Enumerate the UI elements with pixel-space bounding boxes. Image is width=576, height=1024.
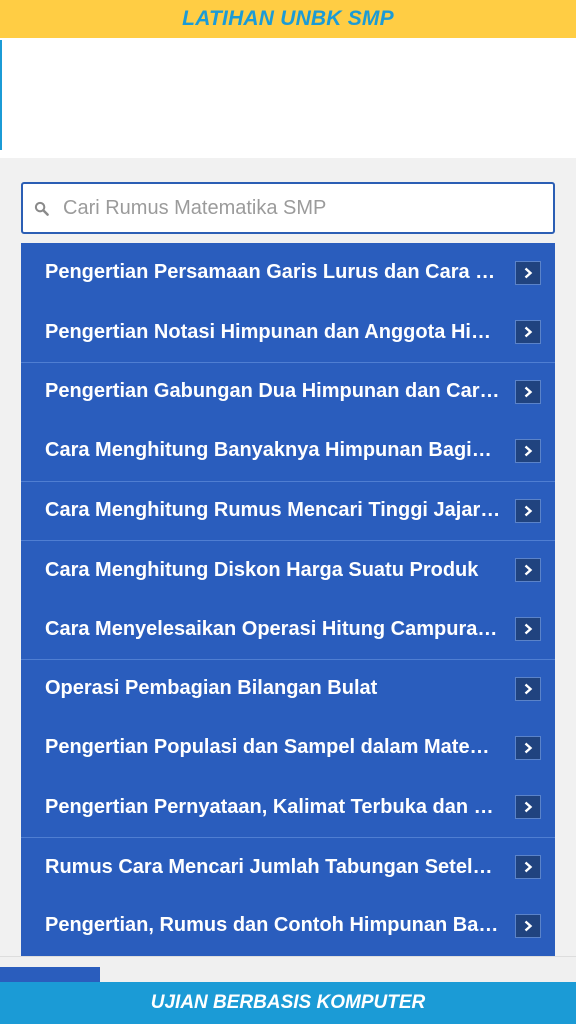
ad-edge-line: [0, 40, 2, 150]
list-item[interactable]: Cara Menghitung Rumus Mencari Tinggi Jaj…: [21, 480, 555, 540]
list-item-label: Operasi Pembagian Bilangan Bulat: [45, 677, 378, 700]
chevron-right-icon[interactable]: [515, 260, 541, 285]
chevron-right-icon[interactable]: [515, 558, 541, 583]
chevron-right-icon[interactable]: [515, 498, 541, 523]
chevron-right-icon[interactable]: [515, 855, 541, 880]
chevron-right-icon[interactable]: [515, 320, 541, 345]
list-item-label: Cara Menghitung Diskon Harga Suatu Produ…: [45, 558, 479, 581]
article-list: Pengertian Persamaan Garis Lurus dan Car…: [21, 243, 555, 956]
list-item-label: Pengertian Persamaan Garis Lurus dan Car…: [45, 261, 496, 284]
list-item-label: Cara Menghitung Banyaknya Himpunan Bagi…: [45, 439, 492, 462]
chevron-right-icon[interactable]: [515, 676, 541, 701]
list-item-label: Cara Menyelesaikan Operasi Hitung Campur…: [45, 617, 498, 640]
chevron-right-icon[interactable]: [515, 913, 541, 938]
chevron-right-icon[interactable]: [515, 379, 541, 404]
list-item-label: Pengertian Pernyataan, Kalimat Terbuka d…: [45, 795, 494, 818]
app-header: LATIHAN UNBK SMP: [0, 0, 576, 38]
app-title: LATIHAN UNBK SMP: [182, 7, 394, 30]
list-item[interactable]: Cara Menghitung Banyaknya Himpunan Bagi…: [21, 421, 555, 480]
chevron-right-icon[interactable]: [515, 617, 541, 642]
search-icon: [33, 200, 49, 216]
list-item[interactable]: Pengertian Notasi Himpunan dan Anggota H…: [21, 302, 555, 361]
list-item-label: Rumus Cara Mencari Jumlah Tabungan Setel…: [45, 855, 501, 878]
search-input[interactable]: [63, 196, 523, 220]
list-item-label: Pengertian, Rumus dan Contoh Himpunan Ba…: [45, 914, 499, 937]
chevron-right-icon[interactable]: [515, 795, 541, 820]
list-item[interactable]: Pengertian Persamaan Garis Lurus dan Car…: [21, 243, 555, 302]
list-item-label: Pengertian Populasi dan Sampel dalam Mat…: [45, 736, 490, 759]
list-item[interactable]: Pengertian Gabungan Dua Himpunan dan Car…: [21, 361, 555, 421]
search-bar[interactable]: [21, 182, 555, 234]
ad-banner: [0, 38, 576, 158]
chevron-right-icon[interactable]: [515, 438, 541, 463]
app-footer: UJIAN BERBASIS KOMPUTER: [0, 982, 576, 1024]
list-item[interactable]: Pengertian Populasi dan Sampel dalam Mat…: [21, 718, 555, 777]
list-item[interactable]: Operasi Pembagian Bilangan Bulat: [21, 658, 555, 718]
list-item[interactable]: Pengertian Pernyataan, Kalimat Terbuka d…: [21, 778, 555, 837]
list-item[interactable]: Pengertian, Rumus dan Contoh Himpunan Ba…: [21, 896, 555, 955]
tab-indicator[interactable]: [0, 967, 100, 983]
list-item[interactable]: Cara Menghitung Diskon Harga Suatu Produ…: [21, 539, 555, 599]
footer-text: UJIAN BERBASIS KOMPUTER: [150, 992, 426, 1013]
list-item-label: Pengertian Notasi Himpunan dan Anggota H…: [45, 320, 491, 343]
chevron-right-icon[interactable]: [515, 735, 541, 760]
list-item[interactable]: Cara Menyelesaikan Operasi Hitung Campur…: [21, 599, 555, 658]
list-item[interactable]: Rumus Cara Mencari Jumlah Tabungan Setel…: [21, 836, 555, 896]
list-item-label: Pengertian Gabungan Dua Himpunan dan Car…: [45, 380, 500, 403]
list-item-label: Cara Menghitung Rumus Mencari Tinggi Jaj…: [45, 499, 501, 522]
